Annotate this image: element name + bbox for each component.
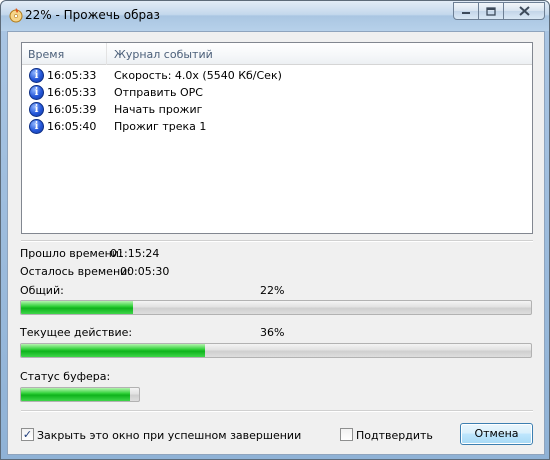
log-text: Начать прожиг — [114, 103, 203, 116]
info-icon: i — [29, 102, 44, 117]
window-title: 22% - Прожечь образ — [25, 8, 160, 22]
info-icon: i — [29, 85, 44, 100]
buffer-status-label: Статус буфера: — [20, 370, 111, 383]
remaining-time-value: 00:05:30 — [120, 265, 170, 278]
divider — [21, 410, 533, 412]
log-text: Скорость: 4.0x (5540 Кб/Сек) — [114, 69, 282, 82]
burn-image-window: 22% - Прожечь образ Время Журнал событий… — [0, 0, 550, 460]
close-when-done-checkbox[interactable]: ✓ — [21, 428, 34, 441]
log-time: 16:05:39 — [47, 103, 97, 116]
event-log-header: Время Журнал событий — [22, 43, 532, 65]
title-bar[interactable]: 22% - Прожечь образ — [1, 1, 549, 31]
verify-label[interactable]: Подтвердить — [356, 429, 433, 442]
buffer-status-fill — [21, 388, 130, 401]
current-action-progress-fill — [21, 344, 205, 357]
event-log-list[interactable]: Время Журнал событий i 16:05:33 Скорость… — [21, 42, 533, 234]
cancel-button[interactable]: Отмена — [460, 423, 533, 445]
column-divider[interactable] — [106, 43, 107, 65]
total-progress-label: Общий: — [20, 284, 64, 297]
column-header-event[interactable]: Журнал событий — [114, 48, 213, 61]
close-window-button[interactable] — [503, 2, 545, 20]
log-time: 16:05:40 — [47, 120, 97, 133]
current-action-label: Текущее действие: — [20, 326, 133, 339]
dialog-client-area: Время Журнал событий i 16:05:33 Скорость… — [7, 31, 545, 455]
current-action-progress-bar — [20, 343, 532, 358]
burn-disc-icon — [9, 8, 23, 23]
total-progress-fill — [21, 301, 134, 314]
info-icon: i — [29, 119, 44, 134]
column-header-time[interactable]: Время — [28, 48, 64, 61]
log-time: 16:05:33 — [47, 86, 97, 99]
log-row[interactable]: i 16:05:33 Скорость: 4.0x (5540 Кб/Сек) — [22, 67, 532, 84]
minimize-button[interactable] — [453, 2, 479, 20]
remaining-time-label: Осталось времени: — [20, 265, 131, 278]
log-row[interactable]: i 16:05:40 Прожиг трека 1 — [22, 118, 532, 135]
buffer-status-bar — [20, 387, 140, 402]
verify-checkbox[interactable] — [340, 428, 353, 441]
log-text: Прожиг трека 1 — [114, 120, 207, 133]
maximize-icon — [486, 6, 496, 16]
elapsed-time-value: 01:15:24 — [110, 247, 160, 260]
log-row[interactable]: i 16:05:33 Отправить OPC — [22, 84, 532, 101]
log-row[interactable]: i 16:05:39 Начать прожиг — [22, 101, 532, 118]
total-progress-percent: 22% — [260, 284, 285, 297]
total-progress-bar — [20, 300, 532, 315]
minimize-icon — [462, 12, 470, 14]
log-time: 16:05:33 — [47, 69, 97, 82]
elapsed-time-label: Прошло времени: — [20, 247, 123, 260]
current-action-percent: 36% — [260, 326, 285, 339]
close-icon — [518, 6, 530, 16]
divider — [21, 240, 533, 242]
log-text: Отправить OPC — [114, 86, 203, 99]
close-when-done-label[interactable]: Закрыть это окно при успешном завершении — [37, 429, 301, 442]
maximize-button[interactable] — [478, 2, 504, 20]
info-icon: i — [29, 68, 44, 83]
